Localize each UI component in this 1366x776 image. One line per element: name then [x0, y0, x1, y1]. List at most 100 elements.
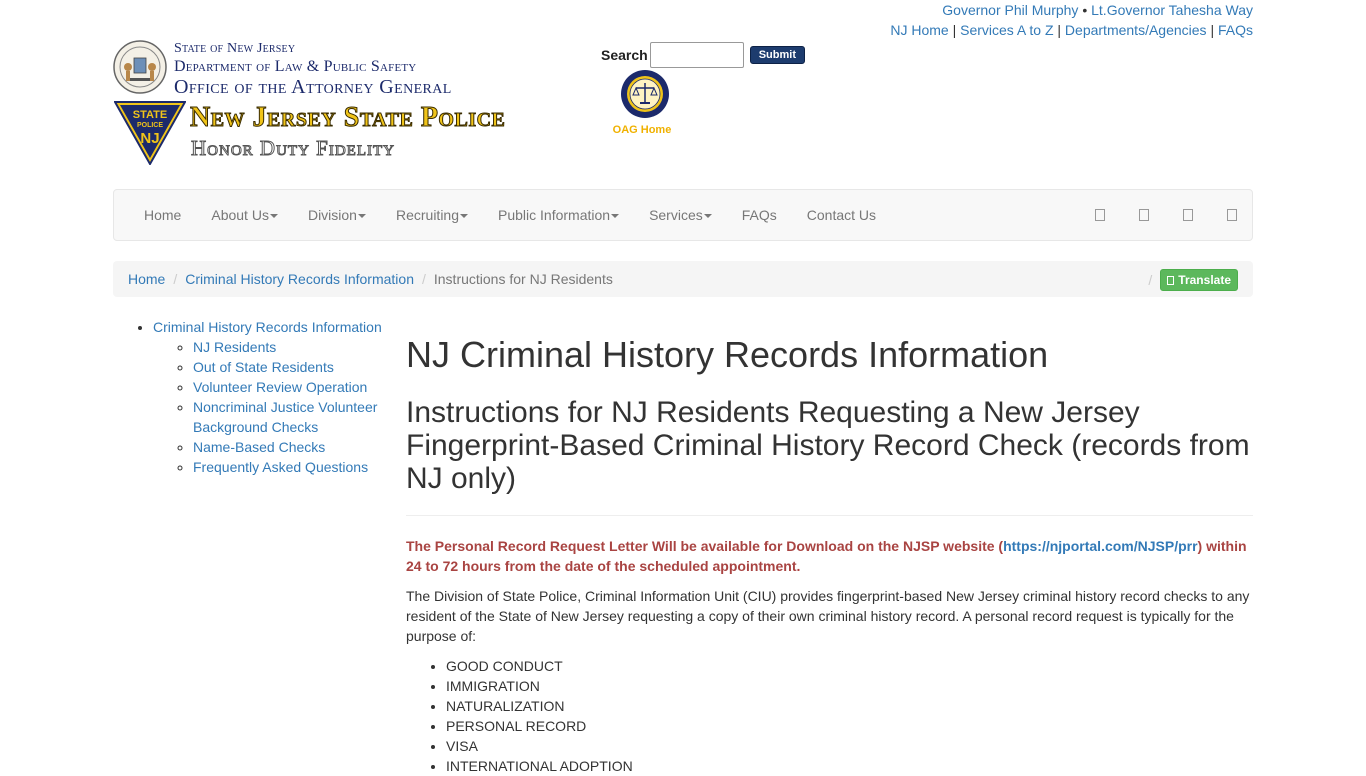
nav-item-label: Services [649, 207, 703, 223]
njsp-title[interactable]: New Jersey State Police [189, 102, 505, 134]
breadcrumb: Home / Criminal History Records Informat… [113, 261, 1253, 297]
oag-seal-icon [621, 70, 669, 118]
sidebar-subitem: NJ Residents [193, 337, 383, 357]
sidebar-item-volunteer-review-operation[interactable]: Volunteer Review Operation [193, 379, 367, 395]
divider [406, 515, 1253, 516]
nav-item-about-us[interactable]: About Us [196, 190, 293, 240]
list-item: IMMIGRATION [446, 676, 1253, 696]
list-item: NATURALIZATION [446, 696, 1253, 716]
list-item: PERSONAL RECORD [446, 716, 1253, 736]
sidebar-subitem: Volunteer Review Operation [193, 377, 383, 397]
nav-item-public-information[interactable]: Public Information [483, 190, 634, 240]
nav-item-label: Public Information [498, 207, 611, 223]
main-navbar: Home About Us Division Recruiting Public Inf… [113, 189, 1253, 241]
agency-name: State of New Jersey Department of Law & … [174, 40, 452, 98]
governor-link[interactable]: Governor Phil Murphy [942, 2, 1078, 18]
nav-item-label: About Us [211, 207, 269, 223]
translate-label: Translate [1178, 273, 1231, 287]
nav-item-label: FAQs [741, 207, 777, 223]
nav-menu: Home About Us Division Recruiting Public Inf… [129, 190, 891, 240]
oag-home-label: OAG Home [612, 124, 672, 136]
breadcrumb-divider: / [421, 271, 426, 287]
translate-area: / Translate [1148, 269, 1238, 291]
sidebar-item-noncriminal-justice-volunteer-background-checks[interactable]: Noncriminal Justice Volunteer Background… [193, 399, 377, 435]
search-form: Search Submit [601, 42, 805, 68]
translate-button[interactable]: Translate [1160, 269, 1238, 291]
list-item: GOOD CONDUCT [446, 656, 1253, 676]
caret-down-icon [357, 214, 366, 219]
badge-police-text: POLICE [137, 122, 163, 129]
breadcrumb-divider: / [1148, 272, 1153, 288]
nav-item-home[interactable]: Home [129, 190, 196, 240]
download-notice: The Personal Record Request Letter Will … [406, 536, 1253, 576]
instagram-icon[interactable] [1227, 209, 1237, 221]
caret-down-icon [460, 214, 468, 219]
pipe-separator: | [952, 22, 957, 38]
nav-item-label: Contact Us [806, 207, 877, 223]
page-container: Governor Phil Murphy • Lt.Governor Tahes… [113, 0, 1253, 774]
pipe-separator: | [1057, 22, 1062, 38]
purposes-list: GOOD CONDUCTIMMIGRATIONNATURALIZATIONPER… [406, 656, 1253, 776]
sidebar-subitem: Out of State Residents [193, 357, 383, 377]
sidebar-sublist: NJ Residents Out of State Residents Volunt… [153, 337, 383, 477]
top-links: Governor Phil Murphy • Lt.Governor Tahes… [890, 0, 1253, 40]
pipe-separator: | [1210, 22, 1215, 38]
intro-paragraph: The Division of State Police, Criminal I… [406, 588, 1250, 644]
nav-item-label: Home [144, 207, 182, 223]
sidebar-item-out-of-state-residents[interactable]: Out of State Residents [193, 359, 334, 375]
sidebar-item-frequently-asked-questions[interactable]: Frequently Asked Questions [193, 459, 368, 475]
state-links-line: NJ Home | Services A to Z | Departments/… [890, 20, 1253, 40]
sidebar-subitem: Frequently Asked Questions [193, 457, 383, 477]
breadcrumb-section[interactable]: Criminal History Records Information [185, 271, 414, 287]
badge-state-text: STATE [133, 109, 167, 121]
nav-item-division[interactable]: Division [293, 190, 381, 240]
office-name: Office of the Attorney General [174, 76, 452, 98]
officials-line: Governor Phil Murphy • Lt.Governor Tahes… [890, 0, 1253, 20]
youtube-icon[interactable] [1183, 209, 1193, 221]
state-name: State of New Jersey [174, 41, 296, 56]
globe-icon [1167, 275, 1175, 285]
njsp-badge-icon[interactable]: STATE POLICE NJ [114, 101, 186, 165]
sidebar-item-nj-residents[interactable]: NJ Residents [193, 339, 276, 355]
site-header: Governor Phil Murphy • Lt.Governor Tahes… [113, 0, 1253, 189]
main-content: NJ Criminal History Records Information … [406, 317, 1253, 776]
nj-state-seal-icon[interactable] [113, 40, 167, 94]
page-subtitle: Instructions for NJ Residents Requesting… [406, 396, 1250, 495]
njportal-link[interactable]: https://njportal.com/NJSP/prr [1003, 538, 1197, 554]
lt-governor-link[interactable]: Lt.Governor Tahesha Way [1091, 2, 1253, 18]
sidebar-subitem: Name-Based Checks [193, 437, 383, 457]
department-name: Department of Law & Public Safety [174, 58, 417, 75]
sidebar-item-criminal-history[interactable]: Criminal History Records Information [153, 319, 382, 335]
facebook-icon[interactable] [1095, 209, 1105, 221]
nav-item-contact-us[interactable]: Contact Us [792, 190, 891, 240]
nj-home-link[interactable]: NJ Home [890, 22, 948, 38]
sidebar-item-name-based-checks[interactable]: Name-Based Checks [193, 439, 325, 455]
twitter-icon[interactable] [1139, 209, 1149, 221]
search-input[interactable] [649, 42, 744, 68]
caret-down-icon [703, 214, 712, 219]
breadcrumb-home[interactable]: Home [128, 271, 165, 287]
nav-item-services[interactable]: Services [634, 190, 727, 240]
social-links [1061, 190, 1237, 240]
sidebar-parent-item: Criminal History Records Information NJ … [153, 317, 383, 477]
page-title: NJ Criminal History Records Information [406, 334, 1049, 375]
nav-item-recruiting[interactable]: Recruiting [381, 190, 483, 240]
caret-down-icon [611, 214, 620, 219]
notice-text-before: The Personal Record Request Letter Will … [406, 538, 1004, 554]
submit-button[interactable]: Submit [749, 46, 805, 64]
search-label: Search [601, 47, 648, 63]
badge-nj-text: NJ [140, 130, 159, 147]
breadcrumb-divider: / [173, 271, 178, 287]
nav-item-label: Division [307, 207, 357, 223]
list-item: VISA [446, 736, 1253, 756]
services-az-link[interactable]: Services A to Z [960, 22, 1053, 38]
faqs-top-link[interactable]: FAQs [1218, 22, 1253, 38]
oag-home-link[interactable]: OAG Home [611, 69, 673, 136]
list-item: INTERNATIONAL ADOPTION [446, 756, 1253, 776]
nav-item-faqs[interactable]: FAQs [727, 190, 792, 240]
njsp-motto: Honor Duty Fidelity [191, 136, 395, 161]
caret-down-icon [269, 214, 278, 219]
departments-link[interactable]: Departments/Agencies [1065, 22, 1207, 38]
nav-item-label: Recruiting [395, 207, 459, 223]
breadcrumb-current: Instructions for NJ Residents [433, 271, 613, 287]
